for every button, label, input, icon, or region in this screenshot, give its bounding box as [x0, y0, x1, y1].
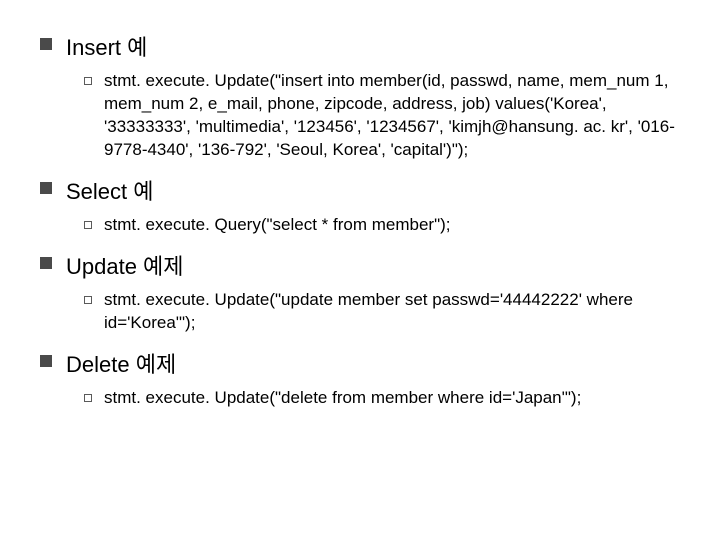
square-outline-bullet-icon — [84, 221, 92, 229]
code-text: stmt. execute. Update("insert into membe… — [104, 70, 680, 162]
square-outline-bullet-icon — [84, 296, 92, 304]
section-update: Update 예제 stmt. execute. Update("update … — [40, 249, 680, 335]
section-delete: Delete 예제 stmt. execute. Update("delete … — [40, 347, 680, 410]
square-outline-bullet-icon — [84, 394, 92, 402]
section-header: Insert 예 — [40, 30, 680, 62]
section-title: Update 예제 — [66, 249, 184, 281]
square-bullet-icon — [40, 182, 52, 194]
section-title: Delete 예제 — [66, 347, 176, 379]
list-item: stmt. execute. Update("insert into membe… — [40, 70, 680, 162]
section-insert: Insert 예 stmt. execute. Update("insert i… — [40, 30, 680, 162]
section-header: Update 예제 — [40, 249, 680, 281]
code-text: stmt. execute. Update("update member set… — [104, 289, 680, 335]
square-bullet-icon — [40, 355, 52, 367]
section-header: Delete 예제 — [40, 347, 680, 379]
section-title: Insert 예 — [66, 30, 147, 62]
code-text: stmt. execute. Update("delete from membe… — [104, 387, 581, 410]
section-header: Select 예 — [40, 174, 680, 206]
list-item: stmt. execute. Query("select * from memb… — [40, 214, 680, 237]
square-bullet-icon — [40, 38, 52, 50]
code-text: stmt. execute. Query("select * from memb… — [104, 214, 451, 237]
list-item: stmt. execute. Update("update member set… — [40, 289, 680, 335]
section-select: Select 예 stmt. execute. Query("select * … — [40, 174, 680, 237]
list-item: stmt. execute. Update("delete from membe… — [40, 387, 680, 410]
square-outline-bullet-icon — [84, 77, 92, 85]
square-bullet-icon — [40, 257, 52, 269]
section-title: Select 예 — [66, 174, 154, 206]
